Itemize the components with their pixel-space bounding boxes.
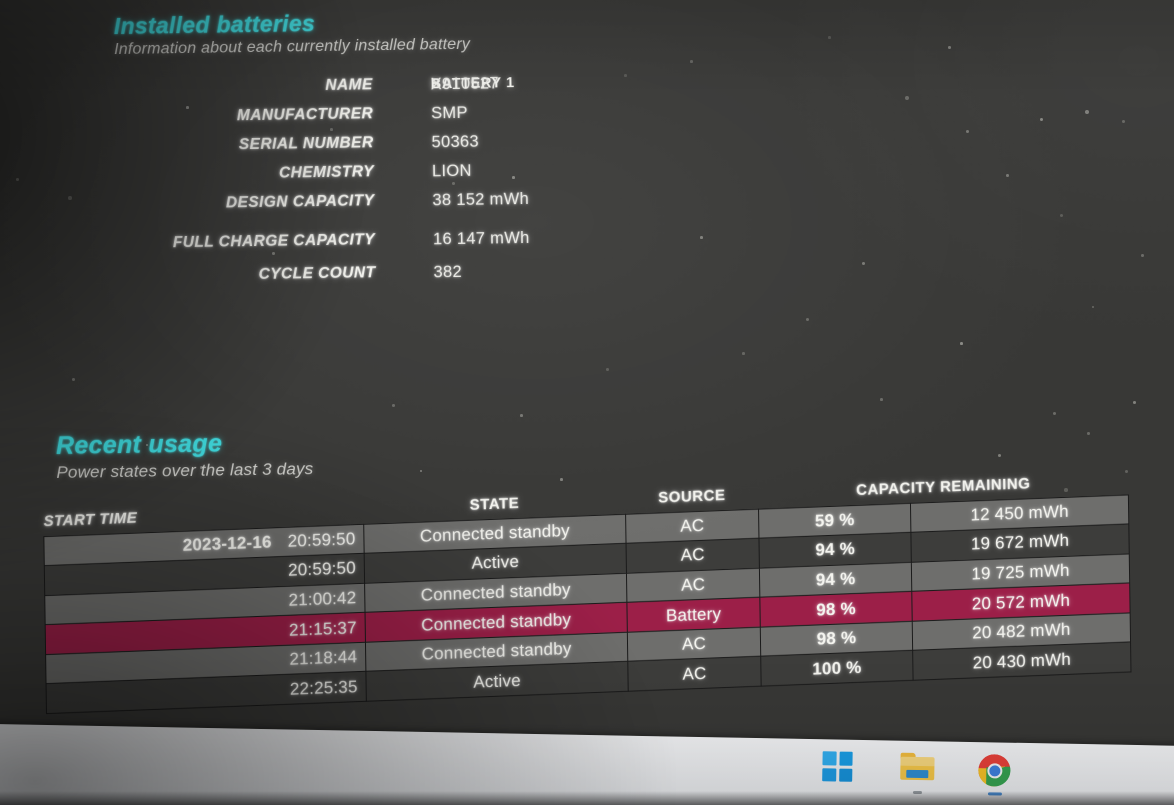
battery-info-label: DESIGN CAPACITY (226, 192, 375, 212)
cell-time: 21:00:42 (288, 588, 356, 610)
windows-icon (822, 751, 853, 782)
recent-usage-subheading: Power states over the last 3 days (56, 459, 313, 483)
battery-info-label: CHEMISTRY (279, 163, 374, 182)
battery-info-label: MANUFACTURER (237, 105, 374, 125)
cell-source: AC (628, 657, 761, 692)
recent-usage-table: START TIME STATE SOURCE CAPACITY REMAINI… (43, 448, 1132, 714)
battery-info-value: 382 (433, 263, 462, 282)
file-explorer-button[interactable] (900, 753, 935, 788)
installed-batteries-subheading: Information about each currently install… (114, 36, 470, 59)
cell-time: 21:15:37 (289, 618, 357, 640)
battery-info-value: 16 147 mWh (433, 229, 530, 249)
cell-time: 20:59:50 (288, 559, 356, 581)
battery-info-row: FULL CHARGE CAPACITY 16 147 mWh (85, 226, 705, 264)
battery-info-label: SERIAL NUMBER (239, 134, 374, 154)
cell-time: 20:59:50 (288, 529, 356, 551)
cell-date: 2023-12-16 (183, 532, 272, 554)
taskbar-running-indicator (912, 791, 921, 794)
battery-info-value: SMP (431, 104, 468, 124)
battery-info-row: CYCLE COUNT 382 (85, 259, 705, 297)
chrome-icon (978, 754, 1011, 787)
taskbar-icon-group (822, 751, 1013, 788)
battery-info-label: NAME (325, 76, 373, 95)
taskbar-running-indicator (988, 792, 1002, 795)
photographed-screen: Installed batteries Information about ea… (0, 0, 1174, 805)
battery-info-label: FULL CHARGE CAPACITY (173, 231, 375, 252)
cell-time: 21:18:44 (289, 647, 357, 669)
battery-info-label: CYCLE COUNT (258, 264, 375, 284)
installed-batteries-heading: Installed batteries (114, 10, 316, 40)
recent-usage-table-wrap: START TIME STATE SOURCE CAPACITY REMAINI… (43, 474, 1166, 715)
recent-usage-heading: Recent usage (56, 429, 223, 460)
google-chrome-button[interactable] (978, 754, 1013, 789)
cell-time: 22:25:35 (290, 677, 358, 699)
battery-info-value: 38 152 mWh (432, 190, 529, 210)
start-button[interactable] (822, 751, 857, 786)
battery-info-value: LION (432, 162, 472, 182)
cell-percent: 100 % (761, 651, 913, 686)
battery-info-value: 50363 (431, 133, 479, 153)
column-header-source: SOURCE (625, 463, 759, 514)
battery-info-value: X910527 (431, 74, 499, 94)
folder-icon (900, 753, 934, 781)
battery-report-page: Installed batteries Information about ea… (0, 0, 1174, 789)
installed-batteries-table: NAME X910527 MANUFACTURER SMP SERIAL NUM… (83, 71, 706, 297)
